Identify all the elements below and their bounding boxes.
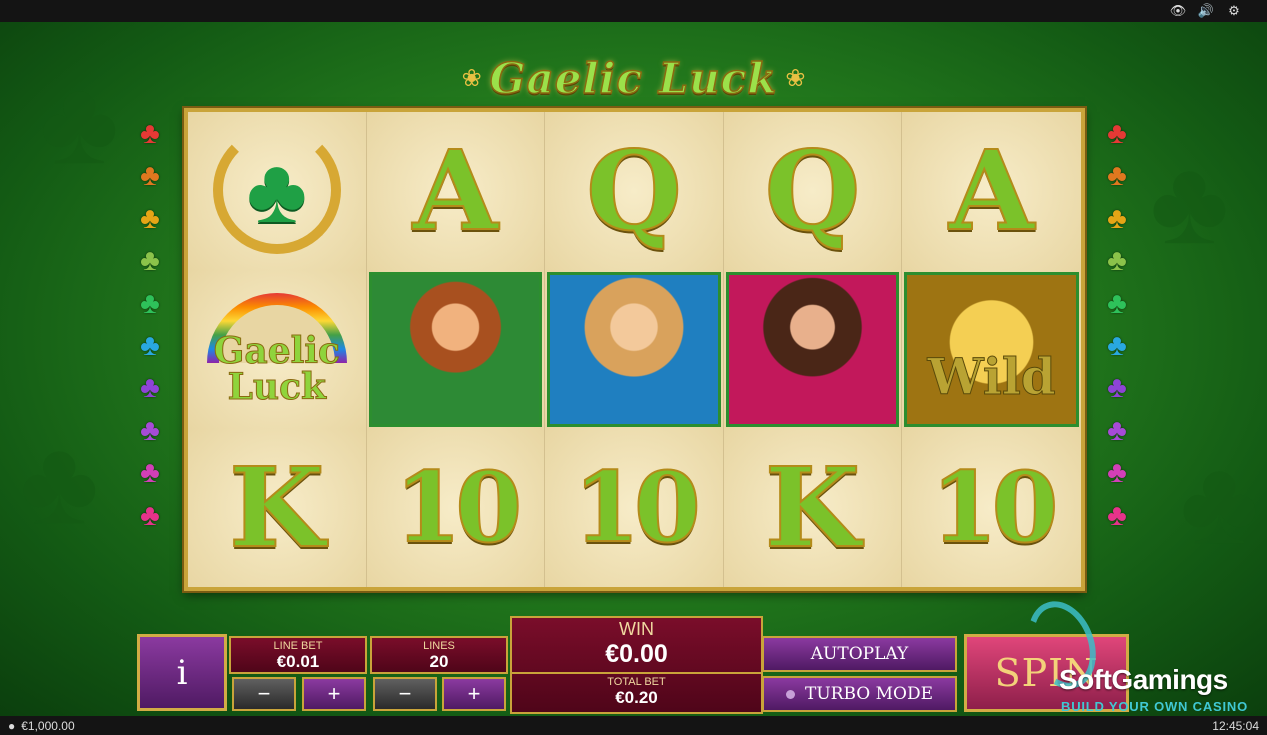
- turbo-mode-button[interactable]: TURBO MODE: [762, 676, 957, 712]
- reel-symbol: A: [366, 112, 546, 271]
- eye-icon[interactable]: 👁: [1169, 3, 1187, 19]
- payline-gem-icon[interactable]: ♣: [1100, 202, 1134, 236]
- payline-gem-icon[interactable]: ♣: [1100, 456, 1134, 490]
- reel-symbol: K: [188, 428, 367, 587]
- turbo-indicator-icon: [786, 689, 795, 699]
- lines-plus-button[interactable]: +: [442, 677, 506, 711]
- background-clover-icon: ♣: [1150, 135, 1229, 269]
- leprechaun-girl-portrait: [368, 272, 543, 427]
- wild-label: Wild: [927, 346, 1056, 406]
- win-display: WIN €0.00 TOTAL BET €0.20: [510, 616, 763, 714]
- payline-gem-icon[interactable]: ♣: [1100, 414, 1134, 448]
- background-clover-icon: ♣: [40, 55, 119, 189]
- clock: 12:45:04: [1212, 719, 1259, 733]
- line-bet-display: LINE BET €0.01: [229, 636, 367, 674]
- brunette-girl-portrait: [725, 272, 900, 427]
- reel-symbol-clover-horseshoe: ♣: [188, 112, 367, 271]
- game-stage: ♣ ♣ ♣ ♣ ❀ Gaelic Luck ❀ ♣ ♣ ♣ ♣ ♣ ♣ ♣ ♣ ♣ ♣ ♣ ♣ ♣ ♣ ♣…: [0, 22, 1267, 716]
- background-clover-icon: ♣: [20, 415, 99, 549]
- reel-symbol: 10: [902, 428, 1081, 587]
- background-clover-icon: ♣: [1180, 435, 1259, 569]
- reel-symbol: A: [902, 112, 1081, 271]
- top-icons: 👁 🔊 ⚙: [1169, 3, 1243, 19]
- payline-gem-icon[interactable]: ♣: [1100, 159, 1134, 193]
- bottom-bar: ● €1,000.00 12:45:04: [0, 716, 1267, 735]
- reel-symbol-leprechaun-girl: [366, 270, 546, 429]
- coins-icon: ●: [8, 719, 16, 733]
- payline-gem-icon[interactable]: ♣: [133, 287, 167, 321]
- payline-gem-icon[interactable]: ♣: [133, 329, 167, 363]
- lines-display: LINES 20: [370, 636, 508, 674]
- payline-gem-icon[interactable]: ♣: [1100, 244, 1134, 278]
- line-bet-minus-button[interactable]: −: [232, 677, 296, 711]
- blonde-girl-portrait: [547, 272, 721, 427]
- game-title-text: Gaelic Luck: [489, 53, 778, 104]
- reel-symbol: K: [723, 428, 903, 587]
- payline-gem-icon[interactable]: ♣: [1100, 371, 1134, 405]
- payline-gem-icon[interactable]: ♣: [133, 117, 167, 151]
- payline-gem-icon[interactable]: ♣: [1100, 499, 1134, 533]
- reel-symbol-blonde-girl: [545, 270, 724, 429]
- reel-grid: ♣ A Q Q A Gaelic Luck Wild K 10 10 K 10: [184, 108, 1085, 591]
- payline-gem-icon[interactable]: ♣: [1100, 287, 1134, 321]
- ornament-icon: ❀: [461, 64, 482, 92]
- payline-gem-icon[interactable]: ♣: [1100, 117, 1134, 151]
- reel-symbol-gaelic-luck-logo: Gaelic Luck: [188, 270, 367, 429]
- lines-minus-button[interactable]: −: [373, 677, 437, 711]
- balance-value: €1,000.00: [21, 719, 75, 733]
- reel-symbol: 10: [366, 428, 546, 587]
- autoplay-button[interactable]: AUTOPLAY: [762, 636, 957, 672]
- softgamings-watermark: SoftGamings BUILD YOUR OWN CASINO: [1016, 591, 1260, 716]
- ornament-icon: ❀: [785, 64, 806, 92]
- reel-symbol: Q: [723, 112, 903, 271]
- logo-symbol: Gaelic Luck: [188, 270, 366, 428]
- logo-text-luck: Luck: [227, 366, 326, 409]
- reel-symbol-brunette-girl: [723, 270, 903, 429]
- game-title: ❀ Gaelic Luck ❀: [387, 48, 880, 108]
- info-button[interactable]: i: [137, 634, 227, 711]
- reel-symbol-wild: Wild: [902, 270, 1081, 429]
- reel-symbol: Q: [545, 112, 724, 271]
- gear-icon[interactable]: ⚙: [1225, 3, 1243, 19]
- left-paylines: ♣ ♣ ♣ ♣ ♣ ♣ ♣ ♣ ♣ ♣: [133, 117, 167, 541]
- pot-of-gold-icon: Wild: [904, 272, 1079, 427]
- payline-gem-icon[interactable]: ♣: [133, 499, 167, 533]
- payline-gem-icon[interactable]: ♣: [133, 414, 167, 448]
- right-paylines: ♣ ♣ ♣ ♣ ♣ ♣ ♣ ♣ ♣ ♣: [1100, 117, 1134, 541]
- horseshoe-icon: [213, 126, 341, 254]
- payline-gem-icon[interactable]: ♣: [133, 202, 167, 236]
- payline-gem-icon[interactable]: ♣: [133, 159, 167, 193]
- reel-symbol: 10: [545, 428, 724, 587]
- volume-icon[interactable]: 🔊: [1197, 3, 1215, 19]
- control-panel: i LINE BET €0.01 LINES 20 − + − + WIN €0…: [137, 611, 1132, 715]
- top-bar: 👁 🔊 ⚙: [0, 0, 1267, 22]
- logo-text-gaelic: Gaelic: [213, 330, 340, 373]
- payline-gem-icon[interactable]: ♣: [1100, 329, 1134, 363]
- balance: ● €1,000.00: [8, 719, 75, 733]
- payline-gem-icon[interactable]: ♣: [133, 456, 167, 490]
- line-bet-plus-button[interactable]: +: [302, 677, 366, 711]
- payline-gem-icon[interactable]: ♣: [133, 371, 167, 405]
- payline-gem-icon[interactable]: ♣: [133, 244, 167, 278]
